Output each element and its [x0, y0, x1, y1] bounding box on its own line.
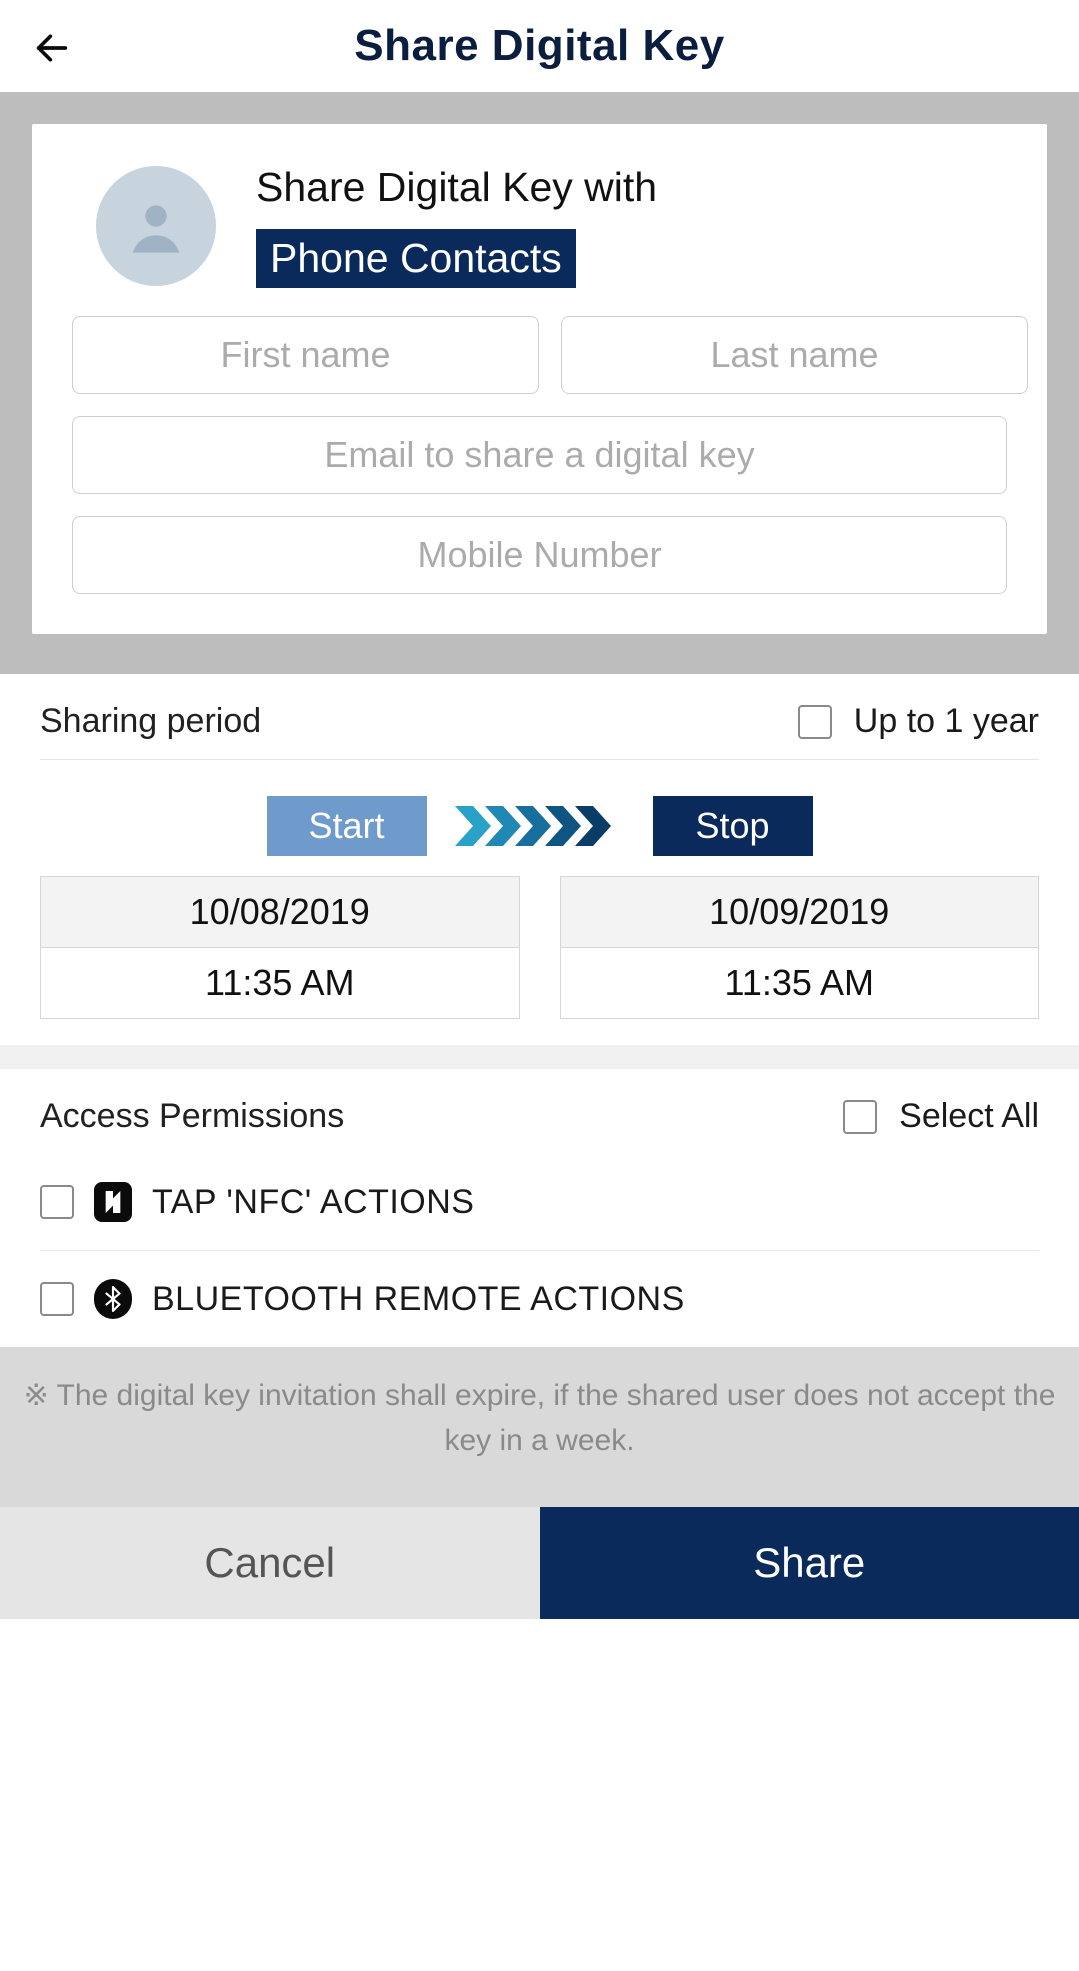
start-datetime-column: 10/08/2019 11:35 AM	[40, 876, 520, 1019]
last-name-field[interactable]	[561, 316, 1028, 394]
datetime-row: 10/08/2019 11:35 AM 10/09/2019 11:35 AM	[40, 876, 1039, 1019]
contact-card: Share Digital Key with Phone Contacts	[32, 124, 1047, 634]
select-all-label: Select All	[899, 1097, 1039, 1136]
email-field[interactable]	[72, 416, 1007, 494]
name-row	[72, 316, 1007, 394]
sharing-period-title: Sharing period	[40, 702, 261, 741]
start-stop-row: Start Stop	[40, 796, 1039, 856]
contact-section-wrapper: Share Digital Key with Phone Contacts	[0, 92, 1079, 674]
avatar	[96, 166, 216, 286]
stop-datetime-column: 10/09/2019 11:35 AM	[560, 876, 1040, 1019]
stop-button[interactable]: Stop	[653, 796, 813, 856]
app-header: Share Digital Key	[0, 0, 1079, 92]
share-with-heading: Share Digital Key with	[256, 164, 657, 211]
expiry-note-text: ※ The digital key invitation shall expir…	[24, 1379, 1056, 1457]
select-all-toggle[interactable]: Select All	[843, 1097, 1039, 1136]
start-date-picker[interactable]: 10/08/2019	[41, 877, 519, 948]
mobile-field[interactable]	[72, 516, 1007, 594]
heading-block: Share Digital Key with Phone Contacts	[256, 164, 657, 288]
permission-item-nfc[interactable]: TAP 'NFC' ACTIONS	[40, 1154, 1039, 1251]
footer: Cancel Share	[0, 1507, 1079, 1619]
start-time-picker[interactable]: 11:35 AM	[41, 948, 519, 1018]
cancel-button[interactable]: Cancel	[0, 1507, 540, 1619]
up-to-1-year-label: Up to 1 year	[854, 702, 1039, 741]
nfc-checkbox[interactable]	[40, 1185, 74, 1219]
permissions-title: Access Permissions	[40, 1097, 344, 1136]
stop-time-picker[interactable]: 11:35 AM	[561, 948, 1039, 1018]
back-arrow-icon	[32, 28, 72, 68]
page-title: Share Digital Key	[354, 21, 724, 71]
sharing-period-section: Sharing period Up to 1 year Start Stop 1…	[0, 674, 1079, 1045]
nfc-label: TAP 'NFC' ACTIONS	[152, 1183, 475, 1222]
first-name-field[interactable]	[72, 316, 539, 394]
period-body: Start Stop 10/08/2019 11:35 AM 10/09/201…	[40, 760, 1039, 1045]
expiry-note: ※ The digital key invitation shall expir…	[0, 1347, 1079, 1507]
bluetooth-checkbox[interactable]	[40, 1282, 74, 1316]
card-top-row: Share Digital Key with Phone Contacts	[72, 164, 1007, 288]
up-to-1-year-toggle[interactable]: Up to 1 year	[798, 702, 1039, 741]
permissions-section: Access Permissions Select All TAP 'NFC' …	[0, 1069, 1079, 1347]
permission-item-bluetooth[interactable]: BLUETOOTH REMOTE ACTIONS	[40, 1251, 1039, 1347]
back-button[interactable]	[28, 24, 76, 72]
person-icon	[116, 186, 196, 266]
start-button[interactable]: Start	[267, 796, 427, 856]
nfc-icon	[94, 1182, 132, 1222]
stop-date-picker[interactable]: 10/09/2019	[561, 877, 1039, 948]
select-all-checkbox[interactable]	[843, 1100, 877, 1134]
bluetooth-icon	[94, 1279, 132, 1319]
up-to-1-year-checkbox[interactable]	[798, 705, 832, 739]
section-divider	[0, 1045, 1079, 1069]
share-button[interactable]: Share	[540, 1507, 1079, 1619]
chevron-arrow-icon	[455, 806, 625, 846]
bluetooth-label: BLUETOOTH REMOTE ACTIONS	[152, 1280, 685, 1319]
phone-contacts-button[interactable]: Phone Contacts	[256, 229, 576, 288]
permissions-header: Access Permissions Select All	[40, 1087, 1039, 1154]
sharing-period-header: Sharing period Up to 1 year	[40, 692, 1039, 760]
permissions-list: TAP 'NFC' ACTIONS BLUETOOTH REMOTE ACTIO…	[40, 1154, 1039, 1347]
